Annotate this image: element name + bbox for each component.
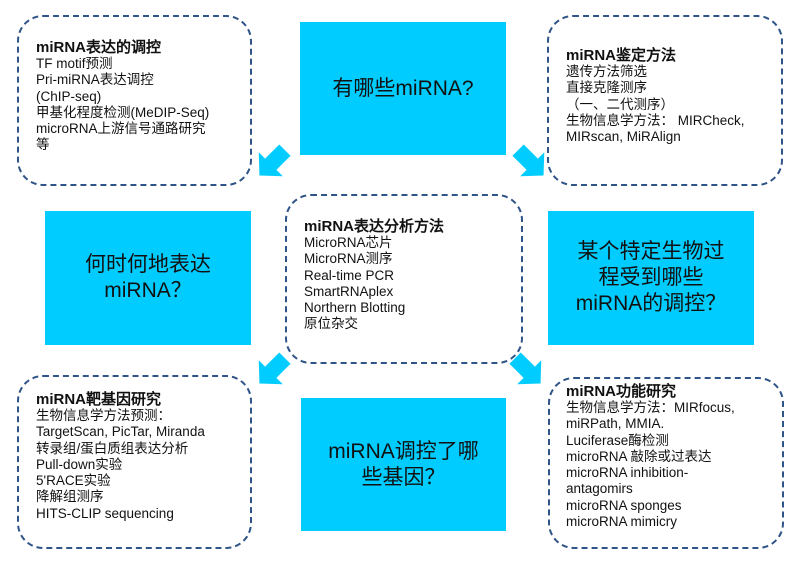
box-line: 转录组/蛋白质组表达分析 bbox=[36, 440, 189, 456]
question-process-regulation: 某个特定生物过 程受到哪些 miRNA的调控？ bbox=[548, 211, 754, 345]
box-target-gene-research: miRNA靶基因研究 生物信息学方法预测： TargetScan, PicTar… bbox=[17, 375, 252, 549]
box-line: 生物信息学方法：MIRfocus, bbox=[566, 400, 735, 415]
box-title: miRNA表达分析方法 bbox=[304, 218, 445, 235]
box-line: 降解组测序 bbox=[36, 489, 104, 505]
question-text: 何时何地表达 bbox=[85, 253, 211, 276]
box-line: Pri-miRNA表达调控 bbox=[36, 72, 154, 88]
box-title: miRNA功能研究 bbox=[566, 383, 677, 400]
box-line: 遗传方法筛选 bbox=[566, 64, 647, 79]
box-line: 生物信息学方法： MIRCheck, bbox=[566, 112, 745, 128]
box-line: MicroRNA芯片 bbox=[304, 235, 393, 250]
box-line: （一、二代测序） bbox=[566, 96, 674, 112]
box-line: 甲基化程度检测(MeDIP-Seq) bbox=[36, 104, 210, 120]
box-title: miRNA鉴定方法 bbox=[566, 47, 677, 64]
box-line: (ChIP-seq) bbox=[36, 88, 102, 104]
box-line: MIRscan, MiRAlign bbox=[566, 129, 681, 145]
box-line: TargetScan, PicTar, Miranda bbox=[36, 424, 205, 440]
question-when-where: 何时何地表达 miRNA？ bbox=[45, 211, 251, 345]
arrow-down-left-icon bbox=[258, 144, 291, 177]
box-title: miRNA表达的调控 bbox=[36, 39, 162, 56]
box-line: antagomirs bbox=[566, 481, 633, 497]
box-line: miRPath, MMIA. bbox=[566, 416, 665, 432]
box-line: 原位杂交 bbox=[304, 316, 358, 332]
question-target-genes: miRNA调控了哪 些基因？ bbox=[301, 398, 506, 531]
box-line: MicroRNA测序 bbox=[304, 251, 393, 267]
box-line: microRNA mimicry bbox=[566, 514, 677, 530]
question-text: 某个特定生物过 bbox=[577, 240, 725, 263]
question-text: miRNA的调控？ bbox=[575, 292, 727, 315]
box-line: HITS-CLIP sequencing bbox=[36, 505, 174, 521]
box-line: Northern Blotting bbox=[304, 300, 406, 316]
box-line: 5'RACE实验 bbox=[36, 473, 111, 489]
box-line: microRNA inhibition- bbox=[566, 465, 689, 481]
question-text: 有哪些miRNA? bbox=[332, 76, 474, 100]
box-expression-analysis: miRNA表达分析方法 MicroRNA芯片 MicroRNA测序 Real-t… bbox=[285, 194, 523, 364]
box-title: miRNA靶基因研究 bbox=[36, 391, 162, 408]
box-line: 直接克隆测序 bbox=[566, 80, 647, 96]
box-line: microRNA 敲除或过表达 bbox=[566, 448, 712, 464]
box-line: TF motif预测 bbox=[36, 56, 113, 71]
question-text: miRNA？ bbox=[104, 279, 192, 302]
box-function-research: miRNA功能研究 生物信息学方法：MIRfocus, miRPath, MMI… bbox=[548, 377, 784, 549]
box-line: microRNA sponges bbox=[566, 497, 682, 513]
box-identification-methods: miRNA鉴定方法 遗传方法筛选 直接克隆测序 （一、二代测序） 生物信息学方法… bbox=[547, 15, 783, 186]
box-line: 生物信息学方法预测： bbox=[36, 408, 171, 423]
question-text: miRNA调控了哪 bbox=[328, 439, 479, 463]
box-line: Pull-down实验 bbox=[36, 456, 123, 472]
question-text: 些基因？ bbox=[361, 465, 446, 489]
box-line: 等 bbox=[36, 137, 50, 153]
box-line: SmartRNAplex bbox=[304, 283, 394, 299]
question-text: 程受到哪些 bbox=[598, 266, 704, 289]
box-line: microRNA上游信号通路研究 bbox=[36, 121, 206, 137]
box-line: Luciferase酶检测 bbox=[566, 432, 669, 448]
box-line: Real-time PCR bbox=[304, 267, 395, 283]
question-which-mirna: 有哪些miRNA? bbox=[300, 22, 506, 155]
box-expression-regulation: miRNA表达的调控 TF motif预测 Pri-miRNA表达调控 (ChI… bbox=[17, 15, 252, 186]
